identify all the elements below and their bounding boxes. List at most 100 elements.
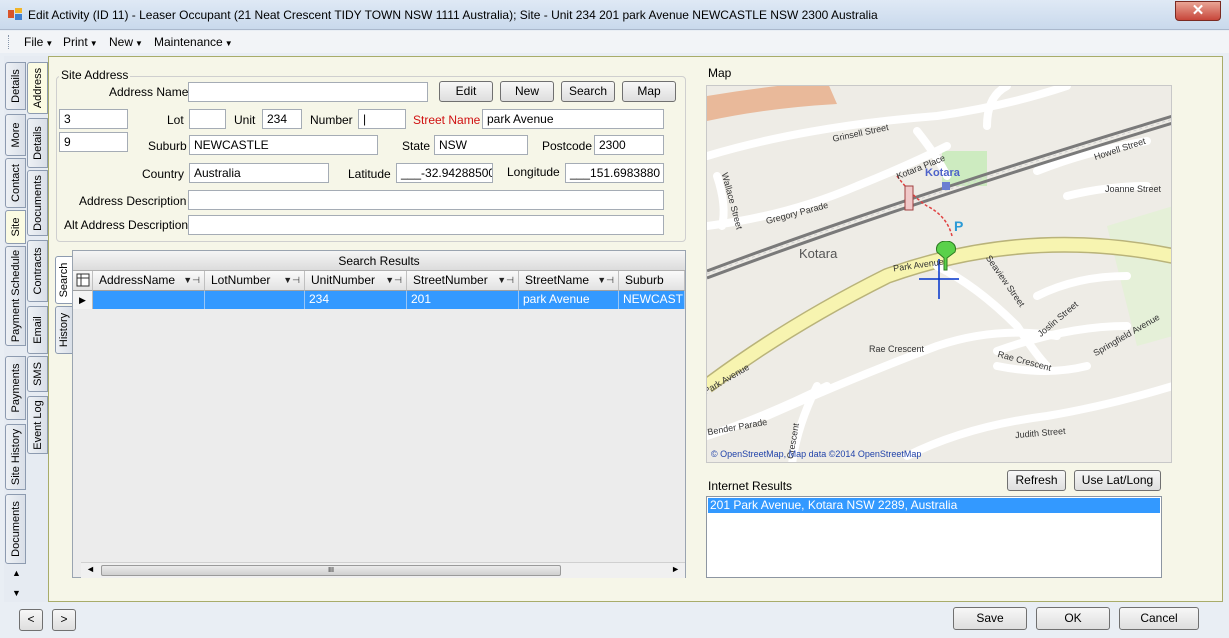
address-name-label: Address Name xyxy=(109,85,189,99)
map-canvas xyxy=(707,86,1171,462)
column-label: UnitNumber xyxy=(311,273,376,287)
close-button[interactable]: ✕ xyxy=(1175,1,1221,21)
address-description-input[interactable] xyxy=(188,190,664,210)
menu-new-label: New xyxy=(109,35,134,49)
suburb-label-kotara: Kotara xyxy=(799,246,838,261)
column-unit-number[interactable]: UnitNumber ▼⊣ xyxy=(305,271,407,291)
tab-inner-documents[interactable]: Documents xyxy=(27,170,48,236)
state-input[interactable]: NSW xyxy=(434,135,528,155)
filter-icon[interactable]: ▼⊣ xyxy=(183,271,200,290)
unit-input[interactable]: 234 xyxy=(262,109,302,129)
menu-file[interactable]: File ▼ xyxy=(24,35,53,49)
tab-site-history[interactable]: Site History xyxy=(5,424,26,490)
menu-maintenance[interactable]: Maintenance ▼ xyxy=(154,35,233,49)
tab-email[interactable]: Email xyxy=(27,306,48,354)
street-name-label: Street Name xyxy=(413,113,481,127)
column-street-number[interactable]: StreetNumber ▼⊣ xyxy=(407,271,519,291)
field-a-input[interactable]: 3 xyxy=(59,109,128,129)
postcode-input[interactable]: 2300 xyxy=(594,135,664,155)
tab-site[interactable]: Site xyxy=(5,210,26,244)
app-icon xyxy=(8,8,22,20)
longitude-input[interactable]: ___151.6983880 xyxy=(565,163,664,183)
column-label: LotNumber xyxy=(211,273,271,287)
tab-label: SMS xyxy=(31,362,44,386)
refresh-button[interactable]: Refresh xyxy=(1007,470,1066,491)
tab-label: Event Log xyxy=(31,400,44,450)
ok-button[interactable]: OK xyxy=(1036,607,1110,630)
tab-details[interactable]: Details xyxy=(5,62,26,110)
grid-options-icon[interactable] xyxy=(73,271,93,291)
cell-lot-number xyxy=(205,291,305,309)
column-street-name[interactable]: StreetName ▼⊣ xyxy=(519,271,619,291)
tab-contact[interactable]: Contact xyxy=(5,158,26,208)
internet-results-list[interactable]: 201 Park Avenue, Kotara NSW 2289, Austra… xyxy=(706,496,1162,578)
column-address-name[interactable]: AddressName ▼⊣ xyxy=(93,271,205,291)
map-view[interactable]: Kotara Kotara Kotara Place Grinsell Stre… xyxy=(706,85,1172,463)
map-button[interactable]: Map xyxy=(622,81,676,102)
country-input[interactable]: Australia xyxy=(189,163,329,183)
filter-icon[interactable]: ▼⊣ xyxy=(597,271,614,290)
scroll-up-icon[interactable]: ▲ xyxy=(12,568,21,578)
map-attribution[interactable]: © OpenStreetMap, Map data ©2014 OpenStre… xyxy=(711,449,921,459)
filter-icon[interactable]: ▼⊣ xyxy=(497,271,514,290)
tab-address[interactable]: Address xyxy=(27,62,48,114)
column-label: AddressName xyxy=(99,273,176,287)
filter-icon[interactable]: ▼⊣ xyxy=(385,271,402,290)
tab-contracts[interactable]: Contracts xyxy=(27,240,48,302)
street-name-input[interactable]: park Avenue xyxy=(482,109,664,129)
cell-unit-number: 234 xyxy=(305,291,407,309)
chevron-down-icon: ▼ xyxy=(89,39,98,48)
scroll-left-icon[interactable]: ◄ xyxy=(86,564,95,574)
tab-label: Details xyxy=(31,126,44,160)
suburb-input[interactable]: NEWCASTLE xyxy=(189,135,378,155)
scroll-thumb[interactable]: III xyxy=(101,565,561,576)
field-b-input[interactable]: 9 xyxy=(59,132,128,152)
number-label: Number xyxy=(310,113,353,127)
next-button[interactable]: > xyxy=(52,609,76,631)
tab-documents[interactable]: Documents xyxy=(5,494,26,564)
tab-search[interactable]: Search xyxy=(55,256,73,304)
number-input[interactable]: | xyxy=(358,109,406,129)
lot-input[interactable] xyxy=(189,109,226,129)
map-label: Map xyxy=(708,66,732,80)
tab-label: Documents xyxy=(9,501,22,557)
suburb-label: Suburb xyxy=(148,139,187,153)
use-lat-long-button[interactable]: Use Lat/Long xyxy=(1074,470,1161,491)
list-item[interactable]: 201 Park Avenue, Kotara NSW 2289, Austra… xyxy=(708,498,1160,513)
tab-inner-details[interactable]: Details xyxy=(27,118,48,168)
alt-address-description-input[interactable] xyxy=(188,215,664,235)
tab-label: Details xyxy=(9,69,22,103)
cell-address-name xyxy=(93,291,205,309)
tab-label: Site xyxy=(9,217,22,237)
column-suburb[interactable]: Suburb xyxy=(619,271,685,291)
tab-payments[interactable]: Payments xyxy=(5,356,26,420)
column-lot-number[interactable]: LotNumber ▼⊣ xyxy=(205,271,305,291)
tab-label: Site History xyxy=(9,428,22,486)
scroll-right-icon[interactable]: ► xyxy=(671,564,680,574)
title-bar: Edit Activity (ID 11) - Leaser Occupant … xyxy=(0,0,1229,30)
address-name-input[interactable] xyxy=(188,82,428,102)
search-results-grid: Search Results AddressName ▼⊣ LotNumber ▼⊣… xyxy=(72,250,686,578)
new-button[interactable]: New xyxy=(500,81,554,102)
menu-print[interactable]: Print ▼ xyxy=(63,35,98,49)
edit-button[interactable]: Edit xyxy=(439,81,493,102)
search-button[interactable]: Search xyxy=(561,81,615,102)
tab-payment-schedule[interactable]: Payment Schedule xyxy=(5,246,26,346)
tab-event-log[interactable]: Event Log xyxy=(27,396,48,454)
filter-icon[interactable]: ▼⊣ xyxy=(283,271,300,290)
chevron-down-icon: ▼ xyxy=(224,39,233,48)
latitude-input[interactable]: ___-32.94288500 xyxy=(396,163,493,183)
cancel-button[interactable]: Cancel xyxy=(1119,607,1199,630)
parking-icon: P xyxy=(954,218,964,234)
horizontal-scrollbar[interactable]: ◄ III ► xyxy=(81,562,685,578)
tab-history[interactable]: History xyxy=(55,306,73,354)
scroll-down-icon[interactable]: ▼ xyxy=(12,588,21,598)
tab-sms[interactable]: SMS xyxy=(27,356,48,392)
prev-button[interactable]: < xyxy=(19,609,43,631)
menu-new[interactable]: New ▼ xyxy=(109,35,143,49)
tab-more[interactable]: More xyxy=(5,114,26,156)
column-label: StreetName xyxy=(525,273,590,287)
street-label-rae-crescent: Rae Crescent xyxy=(869,344,925,354)
save-button[interactable]: Save xyxy=(953,607,1027,630)
search-results-title: Search Results xyxy=(73,251,685,271)
